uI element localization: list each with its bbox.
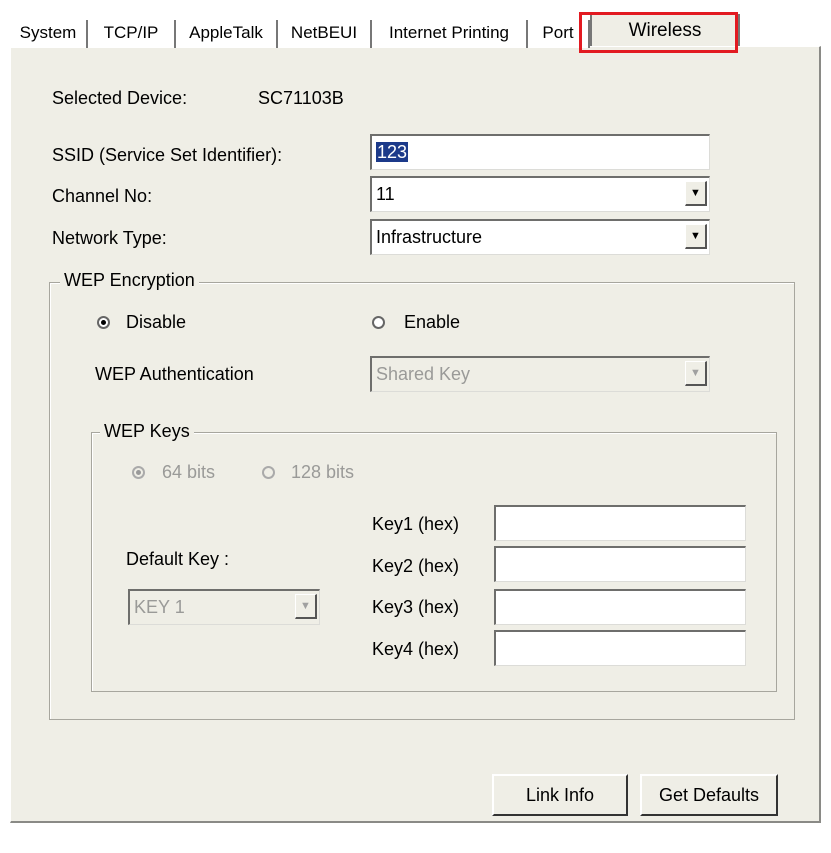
channel-dropdown[interactable]: 11 ▼ [370, 176, 710, 212]
tab-netbeui[interactable]: NetBEUI [278, 20, 372, 48]
key1-input[interactable] [494, 505, 746, 541]
disable-radio[interactable] [97, 316, 110, 329]
key3-label: Key3 (hex) [372, 597, 460, 617]
wep-authentication-arrow-icon[interactable]: ▼ [685, 361, 707, 386]
wep-authentication-value: Shared Key [376, 364, 471, 384]
bits-128-label: 128 bits [291, 462, 355, 482]
key1-label: Key1 (hex) [372, 514, 460, 534]
ssid-input[interactable]: 123 [370, 134, 710, 170]
network-type-value: Infrastructure [376, 227, 483, 247]
tab-system[interactable]: System [10, 20, 88, 48]
tab-internet-printing[interactable]: Internet Printing [372, 20, 528, 48]
tab-tcpip[interactable]: TCP/IP [88, 20, 176, 48]
default-key-dropdown[interactable]: KEY 1 ▼ [128, 589, 320, 625]
network-type-dropdown-arrow-icon[interactable]: ▼ [685, 224, 707, 249]
enable-radio[interactable] [372, 316, 385, 329]
link-info-button[interactable]: Link Info [492, 774, 628, 816]
channel-label: Channel No: [52, 186, 153, 206]
default-key-label: Default Key : [126, 549, 230, 569]
enable-label: Enable [404, 312, 461, 332]
wep-encryption-legend: WEP Encryption [60, 270, 199, 291]
ssid-value: 123 [376, 142, 409, 162]
channel-value: 11 [376, 184, 395, 204]
default-key-arrow-icon[interactable]: ▼ [295, 594, 317, 619]
ssid-label: SSID (Service Set Identifier): [52, 145, 283, 165]
tab-appletalk[interactable]: AppleTalk [176, 20, 278, 48]
wep-authentication-dropdown[interactable]: Shared Key ▼ [370, 356, 710, 392]
wep-keys-legend: WEP Keys [100, 421, 194, 442]
bits-64-label: 64 bits [162, 462, 216, 482]
selected-device-value: SC71103B [258, 88, 344, 108]
wireless-tab-highlight [579, 12, 738, 53]
default-key-value: KEY 1 [134, 597, 185, 617]
network-type-dropdown[interactable]: Infrastructure ▼ [370, 219, 710, 255]
wep-authentication-label: WEP Authentication [95, 364, 254, 384]
key4-label: Key4 (hex) [372, 639, 460, 659]
bits-64-radio[interactable] [132, 466, 145, 479]
selected-device-label: Selected Device: [52, 88, 188, 108]
key3-input[interactable] [494, 589, 746, 625]
network-type-label: Network Type: [52, 228, 167, 248]
bits-128-radio[interactable] [262, 466, 275, 479]
key4-input[interactable] [494, 630, 746, 666]
key2-input[interactable] [494, 546, 746, 582]
key2-label: Key2 (hex) [372, 556, 460, 576]
get-defaults-button[interactable]: Get Defaults [640, 774, 778, 816]
disable-label: Disable [126, 312, 187, 332]
channel-dropdown-arrow-icon[interactable]: ▼ [685, 181, 707, 206]
